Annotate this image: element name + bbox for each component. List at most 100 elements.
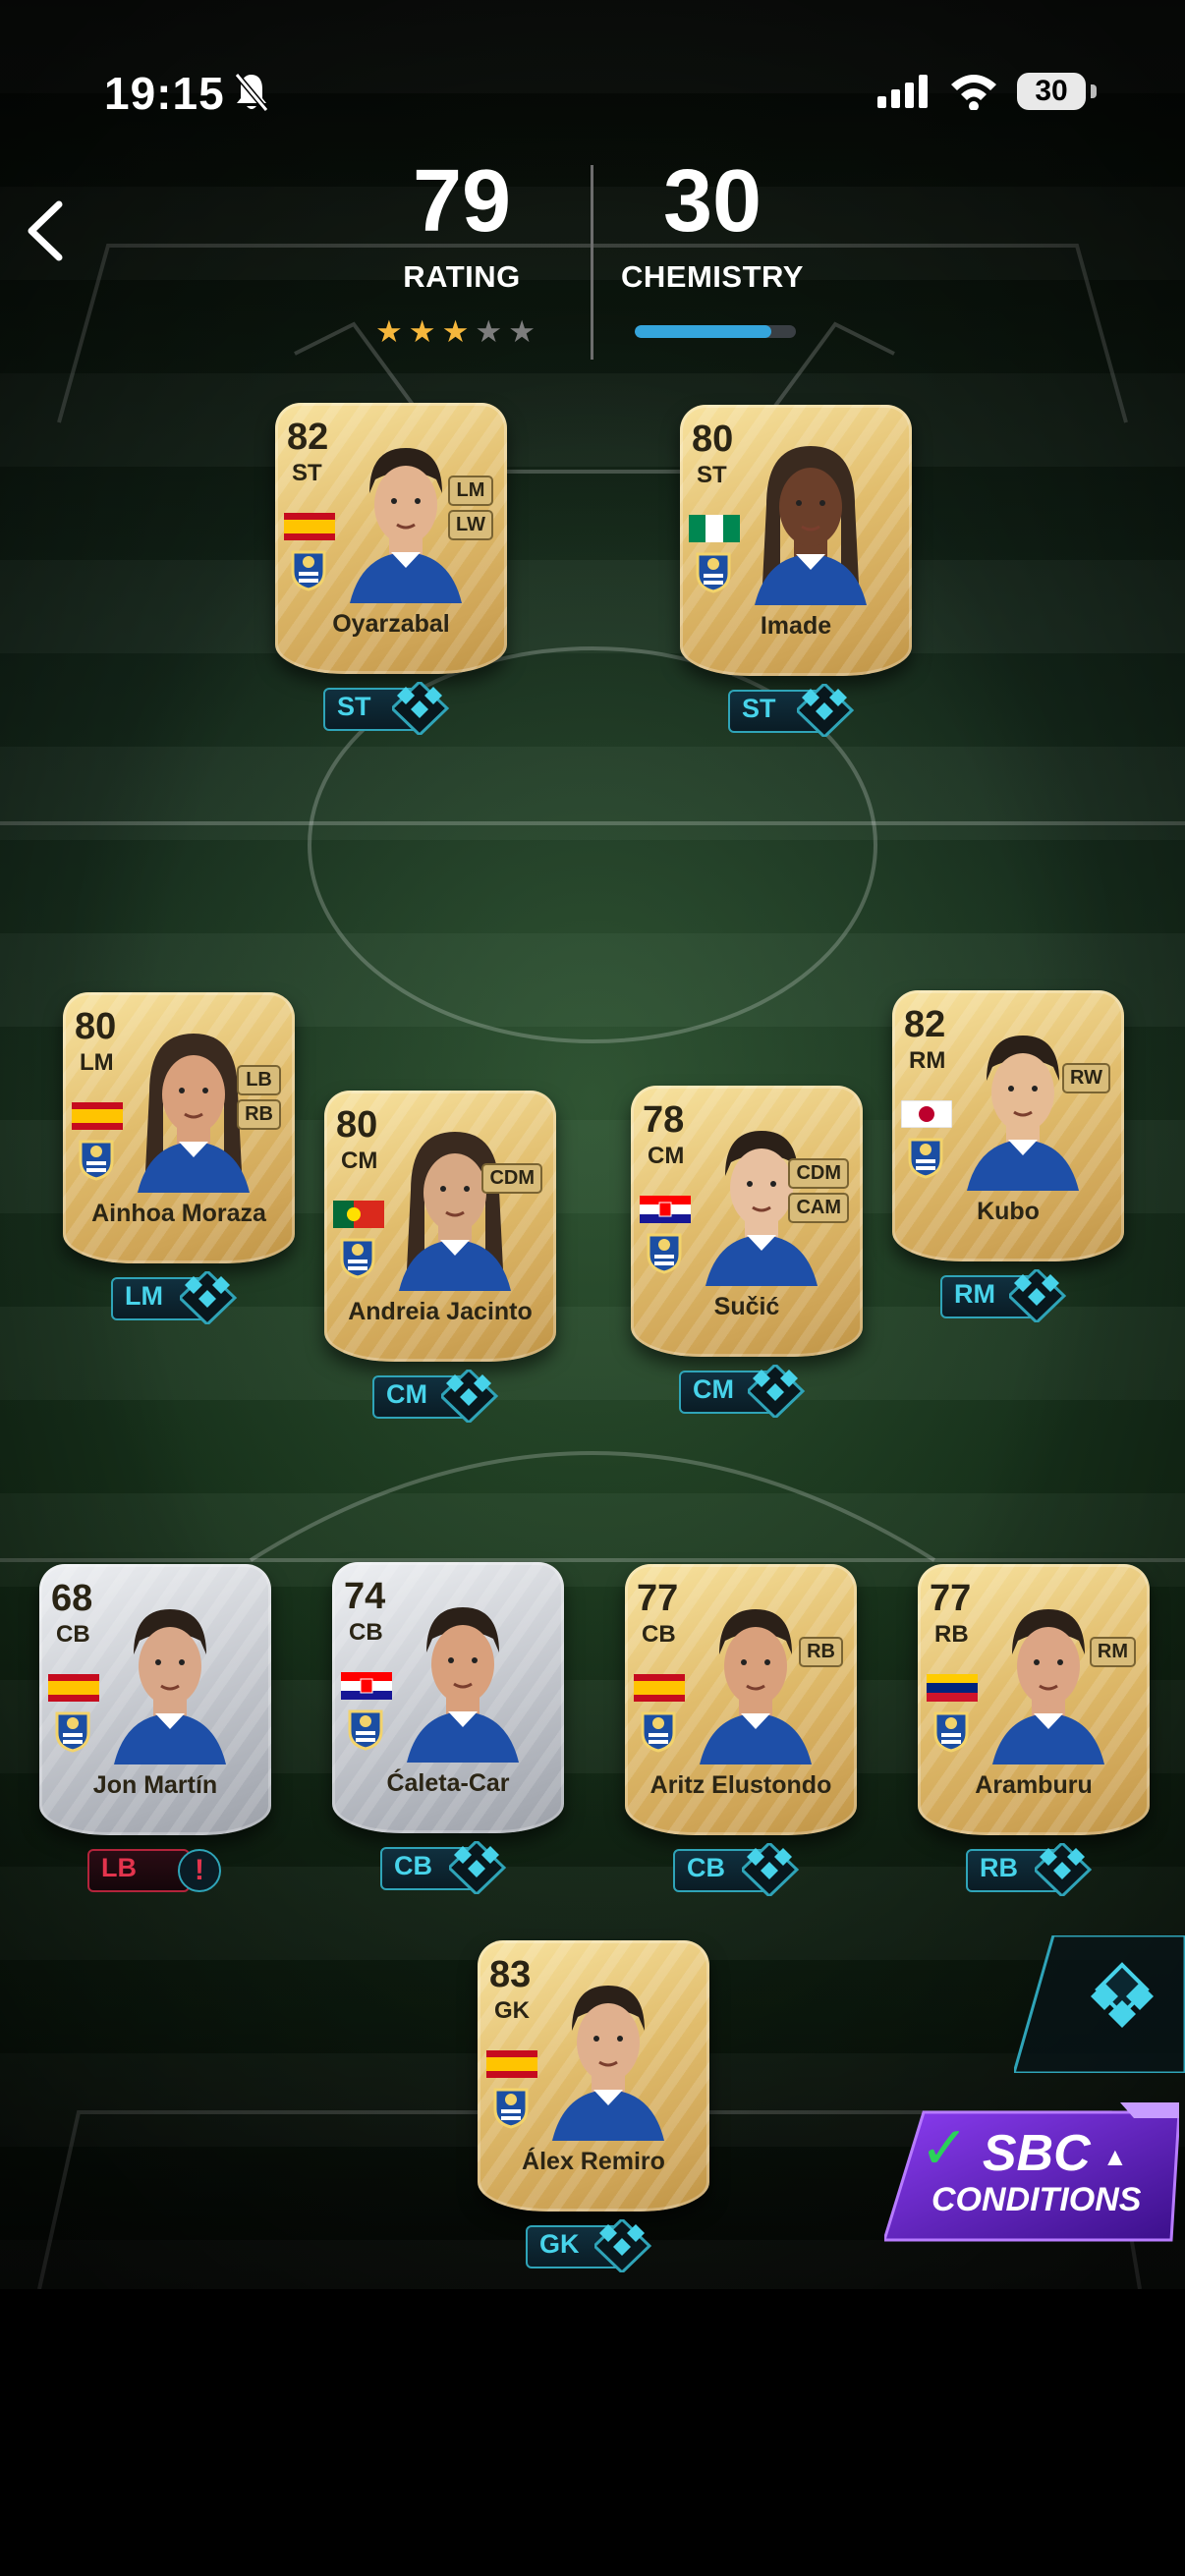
position-chemistry-chip[interactable]: LB!	[87, 1849, 223, 1892]
slot-position-label: CB	[394, 1851, 432, 1880]
flag-spain-icon	[72, 1102, 123, 1130]
alt-positions: RW	[1062, 1063, 1110, 1093]
battery-indicator: 30	[1017, 73, 1086, 110]
chemistry-progress-fill	[635, 325, 772, 338]
chemistry-diamonds	[1032, 1840, 1096, 1901]
club-crest-icon	[931, 1709, 971, 1759]
player-card[interactable]: 80 LM LB RB Ainhoa Moraza	[63, 992, 295, 1263]
player-card[interactable]: 83 GK Álex Remiro	[478, 1940, 709, 2212]
star-empty-icon: ★	[508, 314, 541, 349]
player-card[interactable]: 80 CM CDM Andreia Jacinto	[324, 1091, 556, 1362]
chemistry-progress-bar	[635, 325, 796, 338]
player-slot-aritz-elustondo: 77 CB RB Aritz Elustondo CB	[625, 1564, 857, 1899]
player-card[interactable]: 77 CB RB Aritz Elustondo	[625, 1564, 857, 1835]
slot-position-label: LM	[125, 1281, 163, 1311]
back-button[interactable]	[20, 196, 75, 265]
player-rating: 78	[643, 1099, 685, 1141]
squad-rating: 79 RATING	[364, 157, 560, 295]
player-position: CM	[341, 1148, 378, 1174]
player-rating: 74	[344, 1576, 386, 1617]
slot-position-label: RB	[980, 1853, 1018, 1882]
position-chemistry-chip[interactable]: ST	[323, 679, 459, 738]
slot-position-label: RM	[954, 1279, 995, 1309]
player-name: Imade	[760, 612, 832, 640]
player-name: Kubo	[977, 1198, 1040, 1225]
player-card[interactable]: 74 CB Ćaleta-Car	[332, 1562, 564, 1833]
name-plate: Ćaleta-Car	[332, 1764, 564, 1803]
alt-positions: CDM CAM	[788, 1158, 849, 1223]
caret-up-icon: ▲	[1102, 2142, 1128, 2171]
slot-position-label: GK	[539, 2229, 580, 2259]
slot-position-label: LB	[101, 1853, 137, 1882]
chemistry-panel-button[interactable]	[1014, 1935, 1185, 2073]
player-portrait	[407, 1607, 519, 1763]
player-card[interactable]: 68 CB Jon Martín	[39, 1564, 271, 1835]
status-time: 19:15	[104, 68, 225, 119]
battery-cap	[1091, 84, 1097, 98]
alt-position-badge: RB	[237, 1099, 281, 1130]
alt-position-badge: CDM	[788, 1158, 849, 1189]
chemistry-points-icon	[438, 1367, 499, 1426]
player-card[interactable]: 82 RM RW Kubo	[892, 990, 1124, 1261]
chevron-left-icon	[28, 200, 63, 261]
position-chemistry-chip[interactable]: CM	[679, 1362, 815, 1421]
player-card[interactable]: 78 CM CDM CAM Sučić	[631, 1086, 863, 1357]
player-portrait	[967, 1036, 1079, 1191]
player-slot-imade: 80 ST Imade ST	[680, 405, 912, 740]
club-crest-icon	[53, 1709, 92, 1759]
player-card[interactable]: 77 RB RM Aramburu	[918, 1564, 1150, 1835]
club-crest-icon	[491, 2086, 531, 2135]
position-chemistry-chip[interactable]: RB	[966, 1840, 1101, 1899]
player-portrait	[755, 446, 867, 605]
player-name: Ainhoa Moraza	[91, 1200, 266, 1227]
player-rating: 80	[336, 1104, 378, 1146]
player-card[interactable]: 80 ST Imade	[680, 405, 912, 676]
player-slot-ainhoa-moraza: 80 LM LB RB Ainhoa Moraza LM	[63, 992, 295, 1327]
flag-spain-icon	[284, 513, 335, 540]
flag-portugal-icon	[333, 1201, 384, 1228]
player-slot-aramburu: 77 RB RM Aramburu RB	[918, 1564, 1150, 1899]
player-portrait	[700, 1609, 812, 1764]
player-position: CB	[642, 1621, 676, 1648]
star-filled-icon: ★	[441, 314, 476, 349]
club-crest-icon	[694, 550, 733, 599]
slot-position-label: CM	[386, 1379, 427, 1409]
chemistry-points-icon	[1006, 1266, 1067, 1325]
chemistry-points-icon	[389, 679, 450, 738]
player-card[interactable]: 82 ST LM LW Oyarzabal	[275, 403, 507, 674]
squad-chemistry: 30 CHEMISTRY	[609, 157, 816, 295]
signal-icon	[877, 75, 928, 108]
position-chemistry-chip[interactable]: GK	[526, 2216, 661, 2275]
club-crest-icon	[338, 1236, 377, 1285]
name-plate: Kubo	[892, 1192, 1124, 1231]
player-portrait	[114, 1609, 226, 1764]
player-position: ST	[292, 460, 322, 486]
position-chemistry-chip[interactable]: LM	[111, 1268, 247, 1327]
player-slot-alex-remiro: 83 GK Álex Remiro GK	[478, 1940, 709, 2275]
chemistry-diamonds	[177, 1268, 241, 1329]
name-plate: Álex Remiro	[478, 2142, 709, 2181]
rating-stars: ★★★★★	[375, 314, 541, 350]
chemistry-value: 30	[662, 152, 762, 251]
rating-label: RATING	[403, 259, 521, 294]
chemistry-points-icon	[177, 1268, 238, 1327]
player-position: RB	[934, 1621, 969, 1648]
flag-spain-icon	[634, 1674, 685, 1702]
alt-position-badge: LB	[237, 1065, 281, 1095]
player-slot-sucic: 78 CM CDM CAM Sučić CM	[631, 1086, 863, 1421]
flag-venezuela-icon	[927, 1674, 978, 1702]
player-position: RM	[909, 1047, 946, 1074]
position-chemistry-chip[interactable]: ST	[728, 681, 864, 740]
sbc-conditions-button[interactable]: ✓ SBC CONDITIONS ▲	[884, 2102, 1179, 2250]
position-chemistry-chip[interactable]: RM	[940, 1266, 1076, 1325]
player-slot-jon-martin: 68 CB Jon Martín LB!	[39, 1564, 271, 1892]
position-chemistry-chip[interactable]: CM	[372, 1367, 508, 1426]
player-name: Aritz Elustondo	[649, 1771, 832, 1799]
position-chemistry-chip[interactable]: CB	[380, 1838, 516, 1897]
alt-positions: LM LW	[448, 476, 493, 540]
rating-value: 79	[412, 152, 512, 251]
position-chemistry-chip[interactable]: CB	[673, 1840, 809, 1899]
chemistry-diamonds	[446, 1838, 510, 1899]
chemistry-points-icon	[794, 681, 855, 740]
flag-croatia-icon	[640, 1196, 691, 1223]
